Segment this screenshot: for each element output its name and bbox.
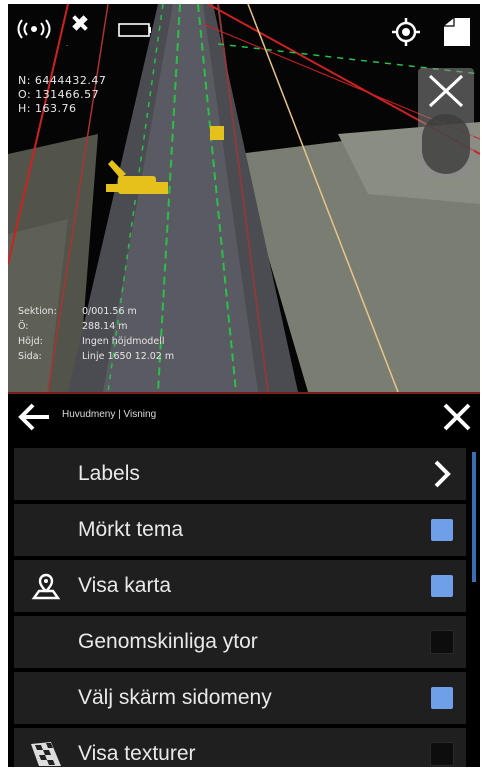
menu-item-visa-karta[interactable]: Visa karta: [14, 560, 466, 612]
texture-flag-icon: [14, 728, 78, 767]
scrollbar[interactable]: [472, 452, 476, 582]
menu-item-label: Visa texturer: [78, 742, 196, 765]
measurement-row: Höjd: Ingen höjdmodell: [18, 334, 174, 349]
menu-item-lead: [14, 672, 78, 724]
menu-item-lead: [14, 448, 78, 500]
menu-item-checkbox[interactable]: [418, 672, 466, 724]
measurement-value: 288.14 m: [82, 321, 128, 332]
height-value: H: 163.76: [18, 102, 77, 115]
measurement-value: Linje 1650 12.02 m: [82, 351, 175, 362]
easting-value: O: 131466.57: [18, 88, 100, 101]
settings-menu: Huvudmeny | Visning Labels Mörkt tema Visa…: [8, 392, 480, 767]
arrow-left-icon: [18, 403, 49, 431]
coordinate-readout: N: 6444432.47 O: 131466.57 H: 163.76: [18, 74, 106, 116]
side-panel: [418, 68, 474, 178]
menu-item-lead: [14, 504, 78, 556]
satellite-status: -: [66, 42, 69, 49]
checkbox-unchecked[interactable]: [430, 630, 454, 654]
menu-header: Huvudmeny | Visning: [8, 394, 480, 440]
close-icon: [443, 403, 471, 431]
menu-item-labels[interactable]: Labels: [14, 448, 466, 500]
checkbox-unchecked[interactable]: [430, 742, 454, 766]
measurement-key: Sektion:: [18, 306, 57, 317]
menu-item-label: Mörkt tema: [78, 518, 184, 541]
menu-close-button[interactable]: [438, 399, 476, 435]
menu-item-lead: [14, 616, 78, 668]
northing-value: N: 6444432.47: [18, 74, 107, 87]
satellite-icon: [68, 12, 98, 42]
checkbox-checked[interactable]: [431, 687, 453, 709]
breadcrumb: Huvudmeny | Visning: [62, 409, 157, 420]
menu-item-checkbox[interactable]: [418, 560, 466, 612]
chevron-right-icon: [418, 448, 466, 500]
measurement-row: Sektion: 0/001.56 m: [18, 304, 174, 319]
menu-item-m-rkt-tema[interactable]: Mörkt tema: [14, 504, 466, 556]
menu-item-checkbox[interactable]: [418, 728, 466, 767]
menu-item-v-lj-sk-rm-sidomeny[interactable]: Välj skärm sidomeny: [14, 672, 466, 724]
back-button[interactable]: [14, 398, 54, 436]
measurement-key: Sida:: [18, 351, 42, 362]
map-3d-viewport[interactable]: - N: 6444432.47 O: 131466.57 H: 163.76 S…: [8, 4, 480, 392]
compass-icon[interactable]: [422, 114, 470, 174]
measurement-readout: Sektion: 0/001.56 m Ö: 288.14 m Höjd: Ingen h…: [18, 304, 174, 364]
menu-item-label: Visa karta: [78, 574, 171, 597]
view-cube-icon[interactable]: [442, 16, 474, 50]
menu-item-checkbox[interactable]: [418, 504, 466, 556]
menu-item-label: Labels: [78, 462, 140, 485]
menu-item-checkbox[interactable]: [418, 616, 466, 668]
measurement-row: Sida: Linje 1650 12.02 m: [18, 349, 174, 364]
checkbox-checked[interactable]: [431, 575, 453, 597]
crosshair-target-icon[interactable]: [392, 18, 424, 50]
measurement-value: 0/001.56 m: [82, 306, 137, 317]
menu-item-label: Genomskinliga ytor: [78, 630, 258, 653]
menu-item-genomskinliga-ytor[interactable]: Genomskinliga ytor: [14, 616, 466, 668]
measurement-row: Ö: 288.14 m: [18, 319, 174, 334]
menu-list: Labels Mörkt tema Visa karta Genomskinliga …: [14, 448, 466, 767]
checkbox-checked[interactable]: [431, 519, 453, 541]
measurement-value: Ingen höjdmodell: [82, 336, 165, 347]
battery-icon: [118, 22, 152, 40]
device-screen: - N: 6444432.47 O: 131466.57 H: 163.76 S…: [8, 4, 480, 767]
measurement-key: Ö:: [18, 321, 29, 332]
menu-item-visa-texturer[interactable]: Visa texturer: [14, 728, 466, 767]
measurement-key: Höjd:: [18, 336, 43, 347]
antenna-broadcast-icon: [16, 18, 56, 44]
map-pin-icon: [14, 560, 78, 612]
menu-item-label: Välj skärm sidomeny: [78, 686, 272, 709]
